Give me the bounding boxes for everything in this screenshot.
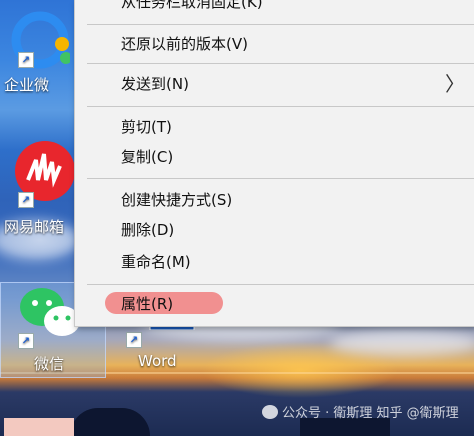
foreground-object [4, 418, 74, 436]
menu-separator [87, 63, 474, 64]
watermark: 公众号 · 衛斯理 知乎 @衛斯理 [262, 402, 459, 421]
menu-item-create-shortcut[interactable]: 创建快捷方式(S) [121, 186, 232, 214]
rock-silhouette [70, 408, 150, 436]
shortcut-arrow-icon: ↗ [18, 192, 34, 208]
shortcut-arrow-icon: ↗ [18, 52, 34, 68]
menu-item-copy[interactable]: 复制(C) [121, 143, 173, 171]
wechat-public-icon [262, 405, 278, 419]
menu-item-rename[interactable]: 重命名(M) [121, 248, 191, 276]
watermark-text: 公众号 · 衛斯理 知乎 @衛斯理 [282, 406, 459, 421]
desktop-icon-label: 企业微 [4, 76, 50, 94]
menu-item-send-to[interactable]: 发送到(N) [121, 70, 189, 98]
desktop-icon-wecom[interactable]: ↗ 企业微 [0, 0, 76, 100]
desktop-icon-label: Word [138, 352, 177, 370]
menu-item-unpin-taskbar[interactable]: 从任务栏取消固定(K) [121, 0, 263, 16]
cloud [330, 330, 474, 356]
menu-item-delete[interactable]: 删除(D) [121, 216, 174, 244]
desktop-icon-label: 网易邮箱 [4, 218, 65, 236]
menu-item-properties[interactable]: 属性(R) [121, 290, 173, 318]
shortcut-arrow-icon: ↗ [126, 332, 142, 348]
menu-item-cut[interactable]: 剪切(T) [121, 113, 172, 141]
context-menu: 从任务栏取消固定(K) 还原以前的版本(V) 发送到(N) 〉 剪切(T) 复制… [74, 0, 474, 327]
menu-separator [87, 24, 474, 25]
submenu-arrow-icon: 〉 [445, 72, 465, 96]
desktop-icon-label: 微信 [34, 355, 65, 373]
shortcut-arrow-icon: ↗ [18, 333, 34, 349]
menu-separator [87, 178, 474, 179]
menu-item-restore-previous-versions[interactable]: 还原以前的版本(V) [121, 30, 248, 58]
menu-separator [87, 284, 474, 285]
menu-separator [87, 106, 474, 107]
desktop-icon-netease-mail[interactable]: ↗ 网易邮箱 [0, 140, 76, 240]
